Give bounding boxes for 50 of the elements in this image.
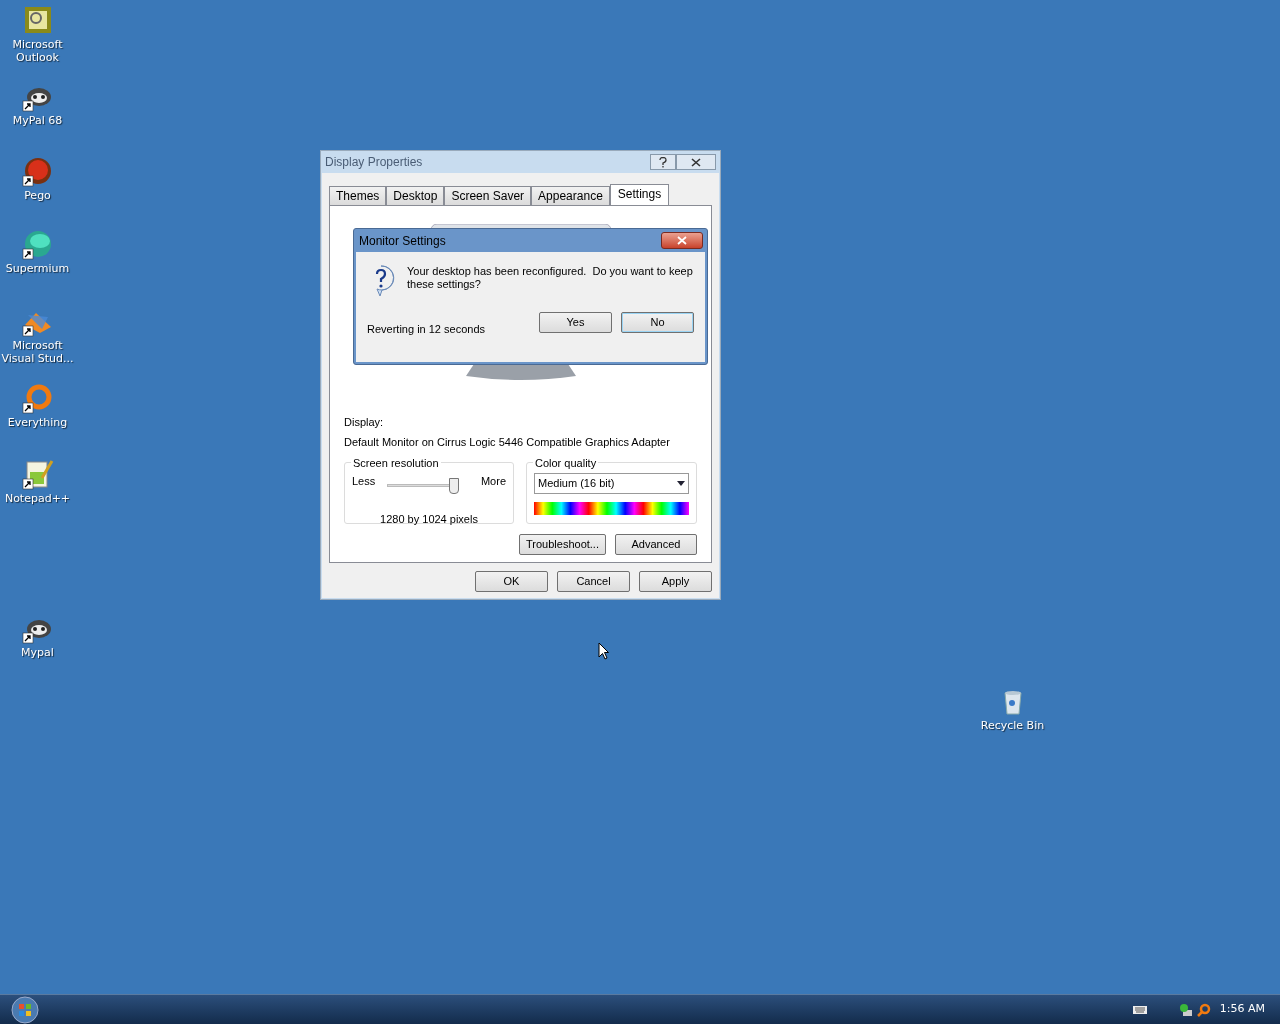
- dialog-footer-button[interactable]: Apply: [639, 571, 712, 592]
- close-button[interactable]: [676, 154, 716, 170]
- countdown-text: Reverting in 12 seconds: [367, 321, 485, 337]
- slider-thumb[interactable]: [449, 478, 459, 494]
- tab[interactable]: Themes: [329, 186, 387, 205]
- app-icon[interactable]: [21, 382, 54, 414]
- dropdown-caret-icon: [677, 481, 685, 486]
- tab[interactable]: Desktop: [386, 186, 445, 205]
- icon-label[interactable]: MyPal 68: [12, 114, 63, 127]
- help-icon: [659, 156, 667, 168]
- tab[interactable]: Screen Saver: [444, 186, 532, 205]
- icon-label[interactable]: Microsoft Outlook: [0, 38, 75, 64]
- network-icon[interactable]: [1178, 1002, 1193, 1017]
- panel-button[interactable]: Advanced: [615, 534, 697, 555]
- app-icon[interactable]: [21, 228, 54, 260]
- less-label: Less: [352, 474, 376, 489]
- more-label: More: [480, 474, 506, 489]
- help-button[interactable]: [650, 154, 676, 170]
- close-button[interactable]: [661, 232, 703, 249]
- panel-button[interactable]: Troubleshoot...: [519, 534, 606, 555]
- dialog-button[interactable]: Yes: [539, 312, 612, 333]
- icon-label[interactable]: Notepad++: [4, 492, 71, 505]
- resolution-value: 1280 by 1024 pixels: [380, 512, 478, 525]
- start-button[interactable]: [11, 995, 39, 1024]
- icon-label[interactable]: Supermium: [5, 262, 70, 275]
- icon-label[interactable]: Microsoft Visual Stud...: [0, 339, 75, 365]
- icon-label[interactable]: Recycle Bin: [980, 719, 1045, 732]
- clock[interactable]: 1:56 AM: [1219, 1001, 1265, 1018]
- color-quality-dropdown[interactable]: Medium (16 bit): [534, 473, 689, 494]
- tab[interactable]: Appearance: [531, 186, 610, 205]
- dialog-button[interactable]: No: [621, 312, 694, 333]
- window-title: Display Properties: [325, 154, 423, 171]
- dialog-footer-button[interactable]: OK: [475, 571, 548, 592]
- mouse-cursor-icon: [598, 642, 609, 660]
- dialog-footer-button[interactable]: Cancel: [557, 571, 630, 592]
- icon-label[interactable]: Pego: [24, 189, 51, 202]
- app-icon[interactable]: [21, 155, 54, 187]
- close-icon: [691, 157, 701, 167]
- dialog-title: Monitor Settings: [359, 232, 446, 250]
- display-adapter: Default Monitor on Cirrus Logic 5446 Compatible Graphics Adapter: [344, 434, 671, 450]
- resolution-slider[interactable]: [387, 478, 459, 492]
- app-icon[interactable]: [21, 458, 54, 490]
- dialog-message: Your desktop has been reconfigured. Do you want to keep these settings?: [407, 265, 694, 292]
- icon-label[interactable]: Mypal: [21, 646, 54, 659]
- tab[interactable]: Settings: [609, 184, 670, 206]
- close-icon: [677, 236, 687, 245]
- display-label: Display:: [344, 415, 385, 430]
- icon-label[interactable]: Everything: [7, 416, 68, 429]
- keyboard-icon[interactable]: [1132, 1005, 1147, 1014]
- search-icon[interactable]: [1196, 1002, 1211, 1017]
